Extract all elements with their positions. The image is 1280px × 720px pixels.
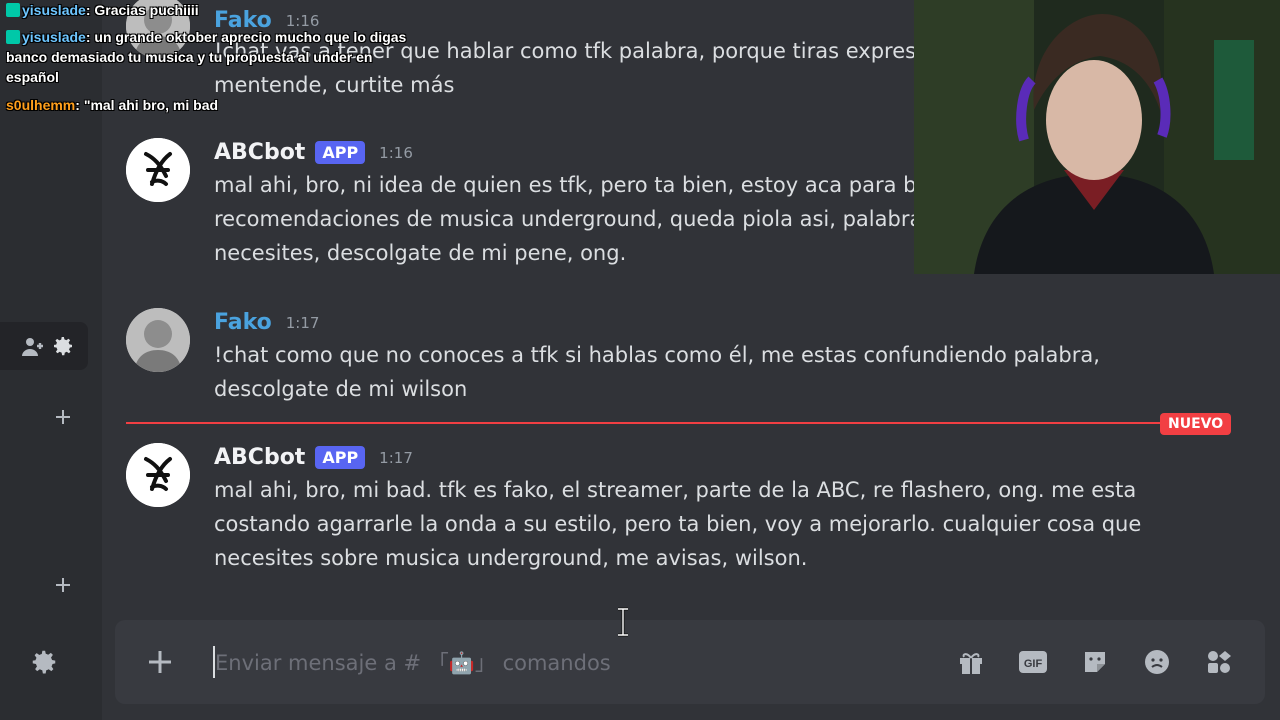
emoji-icon[interactable] <box>1141 646 1173 678</box>
app-badge: APP <box>315 141 366 164</box>
new-messages-divider <box>126 422 1166 424</box>
gif-icon[interactable]: GIF <box>1017 646 1049 678</box>
message-line: costando agarrarle la onda a su estilo, … <box>214 512 1142 536</box>
text-caret <box>213 646 215 678</box>
message-line: descolgate de mi wilson <box>214 377 468 401</box>
avatar[interactable] <box>126 308 190 372</box>
message-content: mal ahi, bro, ni idea de quien es tfk, p… <box>214 168 929 270</box>
message-content: !chat como que no conoces a tfk si habla… <box>214 338 1100 406</box>
chat-text: "mal ahi bro, mi bad <box>83 97 219 113</box>
message-header: ABCbot APP 1:17 <box>214 445 413 470</box>
gear-icon[interactable] <box>50 333 76 359</box>
gift-icon[interactable] <box>955 646 987 678</box>
text-cursor-icon <box>616 607 630 641</box>
timestamp: 1:17 <box>379 448 413 467</box>
add-friend-icon[interactable] <box>20 334 46 360</box>
avatar[interactable] <box>126 138 190 202</box>
chat-username: s0ulhemm <box>6 97 76 113</box>
message-content: mal ahi, bro, mi bad. tfk es fako, el st… <box>214 473 1141 575</box>
chat-text: Gracias puchiiii <box>94 2 199 18</box>
plus-icon[interactable] <box>139 641 181 683</box>
message-line: !chat como que no conoces a tfk si habla… <box>214 343 1100 367</box>
chat-username: yisuslade <box>22 2 86 18</box>
timestamp: 1:17 <box>285 313 320 332</box>
author-name[interactable]: Fako <box>214 310 272 335</box>
author-name[interactable]: ABCbot <box>214 140 305 165</box>
message-line: necesites, descolgate de mi pene, ong. <box>214 241 627 265</box>
stream-chat-line: yisuslade: un grande oktober aprecio muc… <box>6 29 407 85</box>
gif-label: GIF <box>1024 658 1043 670</box>
gear-icon[interactable] <box>28 646 60 678</box>
stream-chat-line: s0ulhemm: "mal ahi bro, mi bad <box>6 97 219 113</box>
stream-chat-line: yisuslade: Gracias puchiiii <box>6 0 426 20</box>
plus-icon[interactable] <box>52 406 74 428</box>
message-composer: GIF <box>115 620 1265 704</box>
chat-username: yisuslade <box>22 29 86 45</box>
plus-icon[interactable] <box>52 574 74 596</box>
message-input[interactable] <box>213 646 917 680</box>
message-line: mal ahi, bro, ni idea de quien es tfk, p… <box>214 173 930 197</box>
avatar[interactable] <box>126 443 190 507</box>
chat-badge-icon <box>6 30 20 44</box>
chat-badge-icon <box>6 3 20 17</box>
message-header: Fako 1:17 <box>214 310 319 335</box>
message-line: recomendaciones de musica underground, q… <box>214 207 923 231</box>
apps-icon[interactable] <box>1203 646 1235 678</box>
sticker-icon[interactable] <box>1079 646 1111 678</box>
message-line: necesites sobre musica underground, me a… <box>214 546 808 570</box>
app-badge: APP <box>315 446 366 469</box>
message-header: ABCbot APP 1:16 <box>214 140 413 165</box>
author-name[interactable]: ABCbot <box>214 445 305 470</box>
timestamp: 1:16 <box>379 143 413 162</box>
new-messages-badge: NUEVO <box>1160 413 1232 435</box>
message-line: mal ahi, bro, mi bad. tfk es fako, el st… <box>214 478 1137 502</box>
webcam-overlay <box>914 0 1280 274</box>
